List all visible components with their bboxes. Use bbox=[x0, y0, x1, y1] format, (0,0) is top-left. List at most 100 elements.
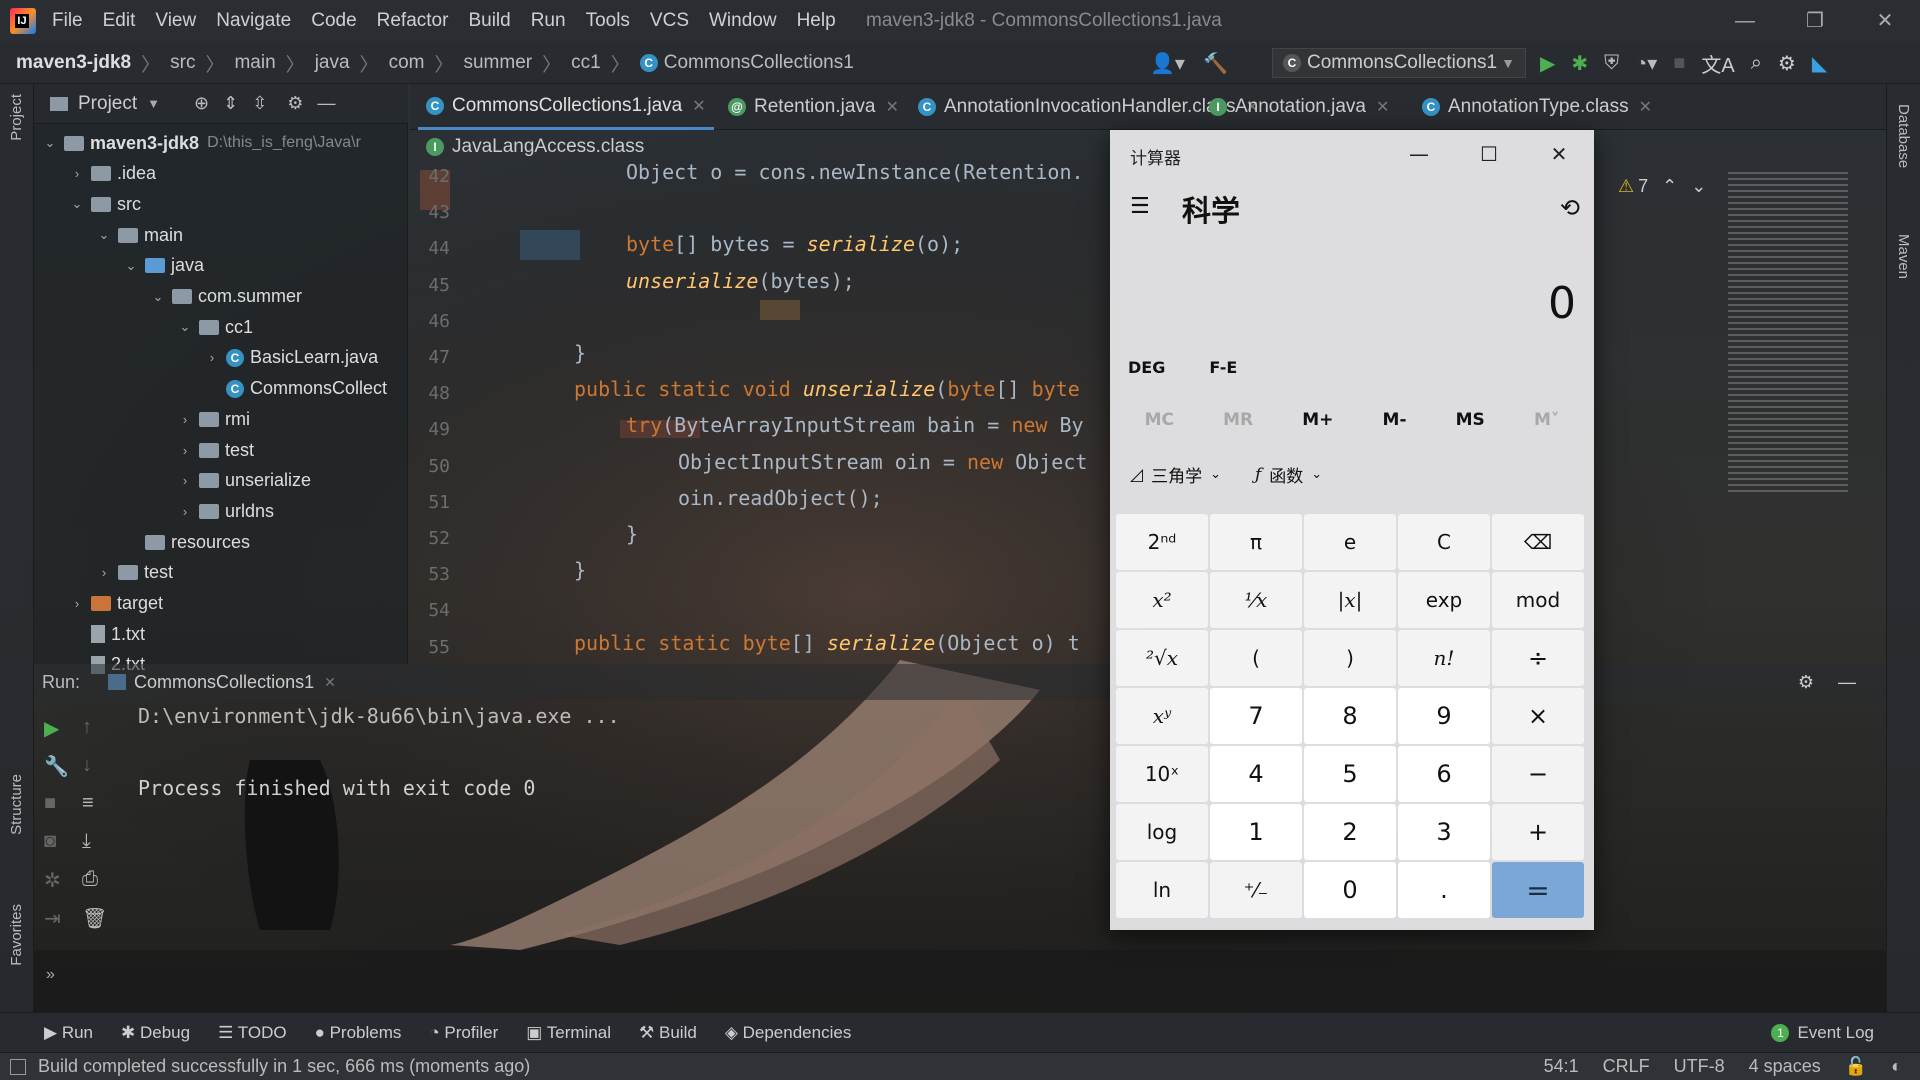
tree-item[interactable]: resources bbox=[123, 527, 250, 557]
code-line[interactable]: Object o = cons.newInstance(Retention. bbox=[626, 164, 1084, 184]
tab-javalangaccess[interactable]: I JavaLangAccess.class bbox=[418, 130, 652, 164]
key-ten-power[interactable]: 10ˣ bbox=[1116, 746, 1208, 802]
editor-tab[interactable]: C CommonsCollections1.java ✕ bbox=[418, 84, 714, 130]
chevron-down-icon[interactable]: ⌄ bbox=[177, 319, 193, 335]
editor-tab[interactable]: I Annotation.java ✕ bbox=[1201, 84, 1397, 130]
tree-item[interactable]: › .idea bbox=[69, 159, 156, 189]
code-line[interactable]: oin.readObject(); bbox=[678, 486, 883, 510]
menu-tools[interactable]: Tools bbox=[586, 10, 630, 32]
key-0[interactable]: 0 bbox=[1304, 862, 1396, 918]
tree-item[interactable]: C CommonsCollect bbox=[204, 374, 387, 404]
key-mod[interactable]: mod bbox=[1492, 572, 1584, 628]
tree-item[interactable]: › test bbox=[177, 435, 254, 465]
key-4[interactable]: 4 bbox=[1210, 746, 1302, 802]
key-lparen[interactable]: ( bbox=[1210, 630, 1302, 686]
code-line[interactable]: unserialize(bytes); bbox=[626, 269, 855, 293]
rerun-icon[interactable]: ▶ bbox=[44, 716, 59, 741]
breadcrumb-summer[interactable]: summer bbox=[463, 52, 532, 74]
chevron-right-icon[interactable]: › bbox=[177, 504, 193, 519]
print-icon[interactable]: ⎙ bbox=[82, 868, 98, 891]
menu-build[interactable]: Build bbox=[468, 10, 510, 32]
tree-item[interactable]: ⌄ main bbox=[96, 220, 183, 250]
tool-todo[interactable]: ☰ TODO bbox=[218, 1023, 286, 1043]
camera-icon[interactable]: ◙ bbox=[44, 830, 56, 853]
key-square[interactable]: x² bbox=[1116, 572, 1208, 628]
memory-icon[interactable]: ◐ bbox=[1891, 1056, 1902, 1077]
key-minus[interactable]: − bbox=[1492, 746, 1584, 802]
status-message[interactable]: Build completed successfully in 1 sec, 6… bbox=[38, 1056, 530, 1077]
chevron-right-icon[interactable]: › bbox=[69, 166, 85, 181]
function-dropdown[interactable]: ƒ 函数 ⌄ bbox=[1255, 462, 1322, 488]
breadcrumb-project[interactable]: maven3-jdk8 bbox=[16, 52, 131, 74]
down-arrow-icon[interactable]: ↓ bbox=[82, 754, 92, 777]
code-editor[interactable]: 42 Object o = cons.newInstance(Retention.… bbox=[410, 164, 1110, 662]
tree-item[interactable]: ⌄ maven3-jdk8 D:\this_is_feng\Java\r bbox=[42, 128, 361, 158]
code-line[interactable]: public static void unserialize(byte[] by… bbox=[574, 377, 1080, 401]
menu-navigate[interactable]: Navigate bbox=[216, 10, 291, 32]
chevron-right-icon[interactable]: › bbox=[177, 473, 193, 488]
tool-profiler[interactable]: ◔ Profiler bbox=[429, 1023, 498, 1043]
key-7[interactable]: 7 bbox=[1210, 688, 1302, 744]
stripe-maven[interactable]: Maven bbox=[1895, 234, 1912, 279]
tree-item[interactable]: › C BasicLearn.java bbox=[204, 343, 378, 373]
stripe-project[interactable]: Project bbox=[8, 94, 25, 141]
breadcrumb-src[interactable]: src bbox=[170, 52, 195, 74]
key-reciprocal[interactable]: ¹⁄x bbox=[1210, 572, 1302, 628]
close-tab-icon[interactable]: ✕ bbox=[885, 97, 898, 117]
translate-icon[interactable]: 文A bbox=[1701, 49, 1734, 78]
build-hammer-icon[interactable]: 🔨 bbox=[1203, 51, 1228, 76]
memory-button[interactable]: M- bbox=[1383, 410, 1407, 430]
key-equals[interactable]: = bbox=[1492, 862, 1584, 918]
code-line[interactable]: try(ByteArrayInputStream bain = new By bbox=[626, 413, 1084, 437]
hide-icon[interactable]: — bbox=[317, 93, 335, 114]
key-6[interactable]: 6 bbox=[1398, 746, 1490, 802]
tree-item[interactable]: ⌄ com.summer bbox=[150, 282, 302, 312]
run-icon[interactable]: ▶ bbox=[1540, 51, 1555, 76]
restore-icon[interactable]: ❐ bbox=[1780, 0, 1850, 42]
coverage-icon[interactable]: ⛨ bbox=[1604, 52, 1619, 75]
user-icon[interactable]: 👤▾ bbox=[1150, 51, 1185, 76]
code-line[interactable]: } bbox=[626, 522, 638, 546]
stripe-favorites[interactable]: Favorites bbox=[8, 904, 25, 966]
console-output[interactable]: D:\environment\jdk-8u66\bin\java.exe ...… bbox=[138, 704, 620, 812]
editor-tab[interactable]: C AnnotationType.class ✕ bbox=[1414, 84, 1660, 130]
tool-run[interactable]: ▶ Run bbox=[44, 1023, 93, 1043]
minimize-icon[interactable]: — bbox=[1384, 134, 1454, 174]
chevron-down-icon[interactable]: ▼ bbox=[147, 96, 160, 111]
breadcrumb-main[interactable]: main bbox=[234, 52, 275, 74]
menu-edit[interactable]: Edit bbox=[103, 10, 136, 32]
maximize-icon[interactable]: ☐ bbox=[1454, 134, 1524, 174]
menu-code[interactable]: Code bbox=[311, 10, 356, 32]
debug-icon[interactable]: ✱ bbox=[1571, 51, 1588, 76]
key-log[interactable]: log bbox=[1116, 804, 1208, 860]
tool-terminal[interactable]: ▣ Terminal bbox=[526, 1023, 611, 1043]
chevron-right-icon[interactable]: › bbox=[204, 350, 220, 365]
tool-problems[interactable]: ● Problems bbox=[315, 1023, 402, 1043]
more-icon[interactable]: » bbox=[46, 966, 55, 984]
chevron-up-icon[interactable]: ⌃ bbox=[1662, 176, 1677, 197]
stop-icon[interactable]: ■ bbox=[1673, 52, 1685, 75]
key-second[interactable]: 2ⁿᵈ bbox=[1116, 514, 1208, 570]
close-icon[interactable]: ✕ bbox=[1524, 134, 1594, 174]
trash-icon[interactable]: 🗑 bbox=[82, 906, 107, 931]
key-factorial[interactable]: n! bbox=[1398, 630, 1490, 686]
close-icon[interactable]: ✕ bbox=[1850, 0, 1920, 42]
key-power[interactable]: xʸ bbox=[1116, 688, 1208, 744]
tool-debug[interactable]: ✱ Debug bbox=[121, 1023, 190, 1043]
key-ln[interactable]: ln bbox=[1116, 862, 1208, 918]
trigonometry-dropdown[interactable]: ◿ 三角学 ⌄ bbox=[1130, 462, 1221, 488]
run-tab[interactable]: CommonsCollections1 ✕ bbox=[108, 672, 336, 693]
chevron-down-icon[interactable]: ⌄ bbox=[150, 289, 166, 305]
tree-item[interactable]: ⌄ java bbox=[123, 251, 204, 281]
stop-icon[interactable]: ■ bbox=[44, 792, 56, 815]
soft-wrap-icon[interactable]: ≡ bbox=[82, 792, 94, 815]
toggle-panels-icon[interactable] bbox=[10, 1058, 26, 1075]
stripe-structure[interactable]: Structure bbox=[8, 774, 25, 835]
search-icon[interactable]: ⌕ bbox=[1751, 52, 1762, 75]
chevron-down-icon[interactable]: ⌄ bbox=[96, 227, 112, 243]
tree-item[interactable]: › unserialize bbox=[177, 466, 311, 496]
tree-item[interactable]: › rmi bbox=[177, 404, 250, 434]
breadcrumb-com[interactable]: com bbox=[389, 52, 425, 74]
key-2[interactable]: 2 bbox=[1304, 804, 1396, 860]
minimize-icon[interactable]: — bbox=[1710, 0, 1780, 42]
